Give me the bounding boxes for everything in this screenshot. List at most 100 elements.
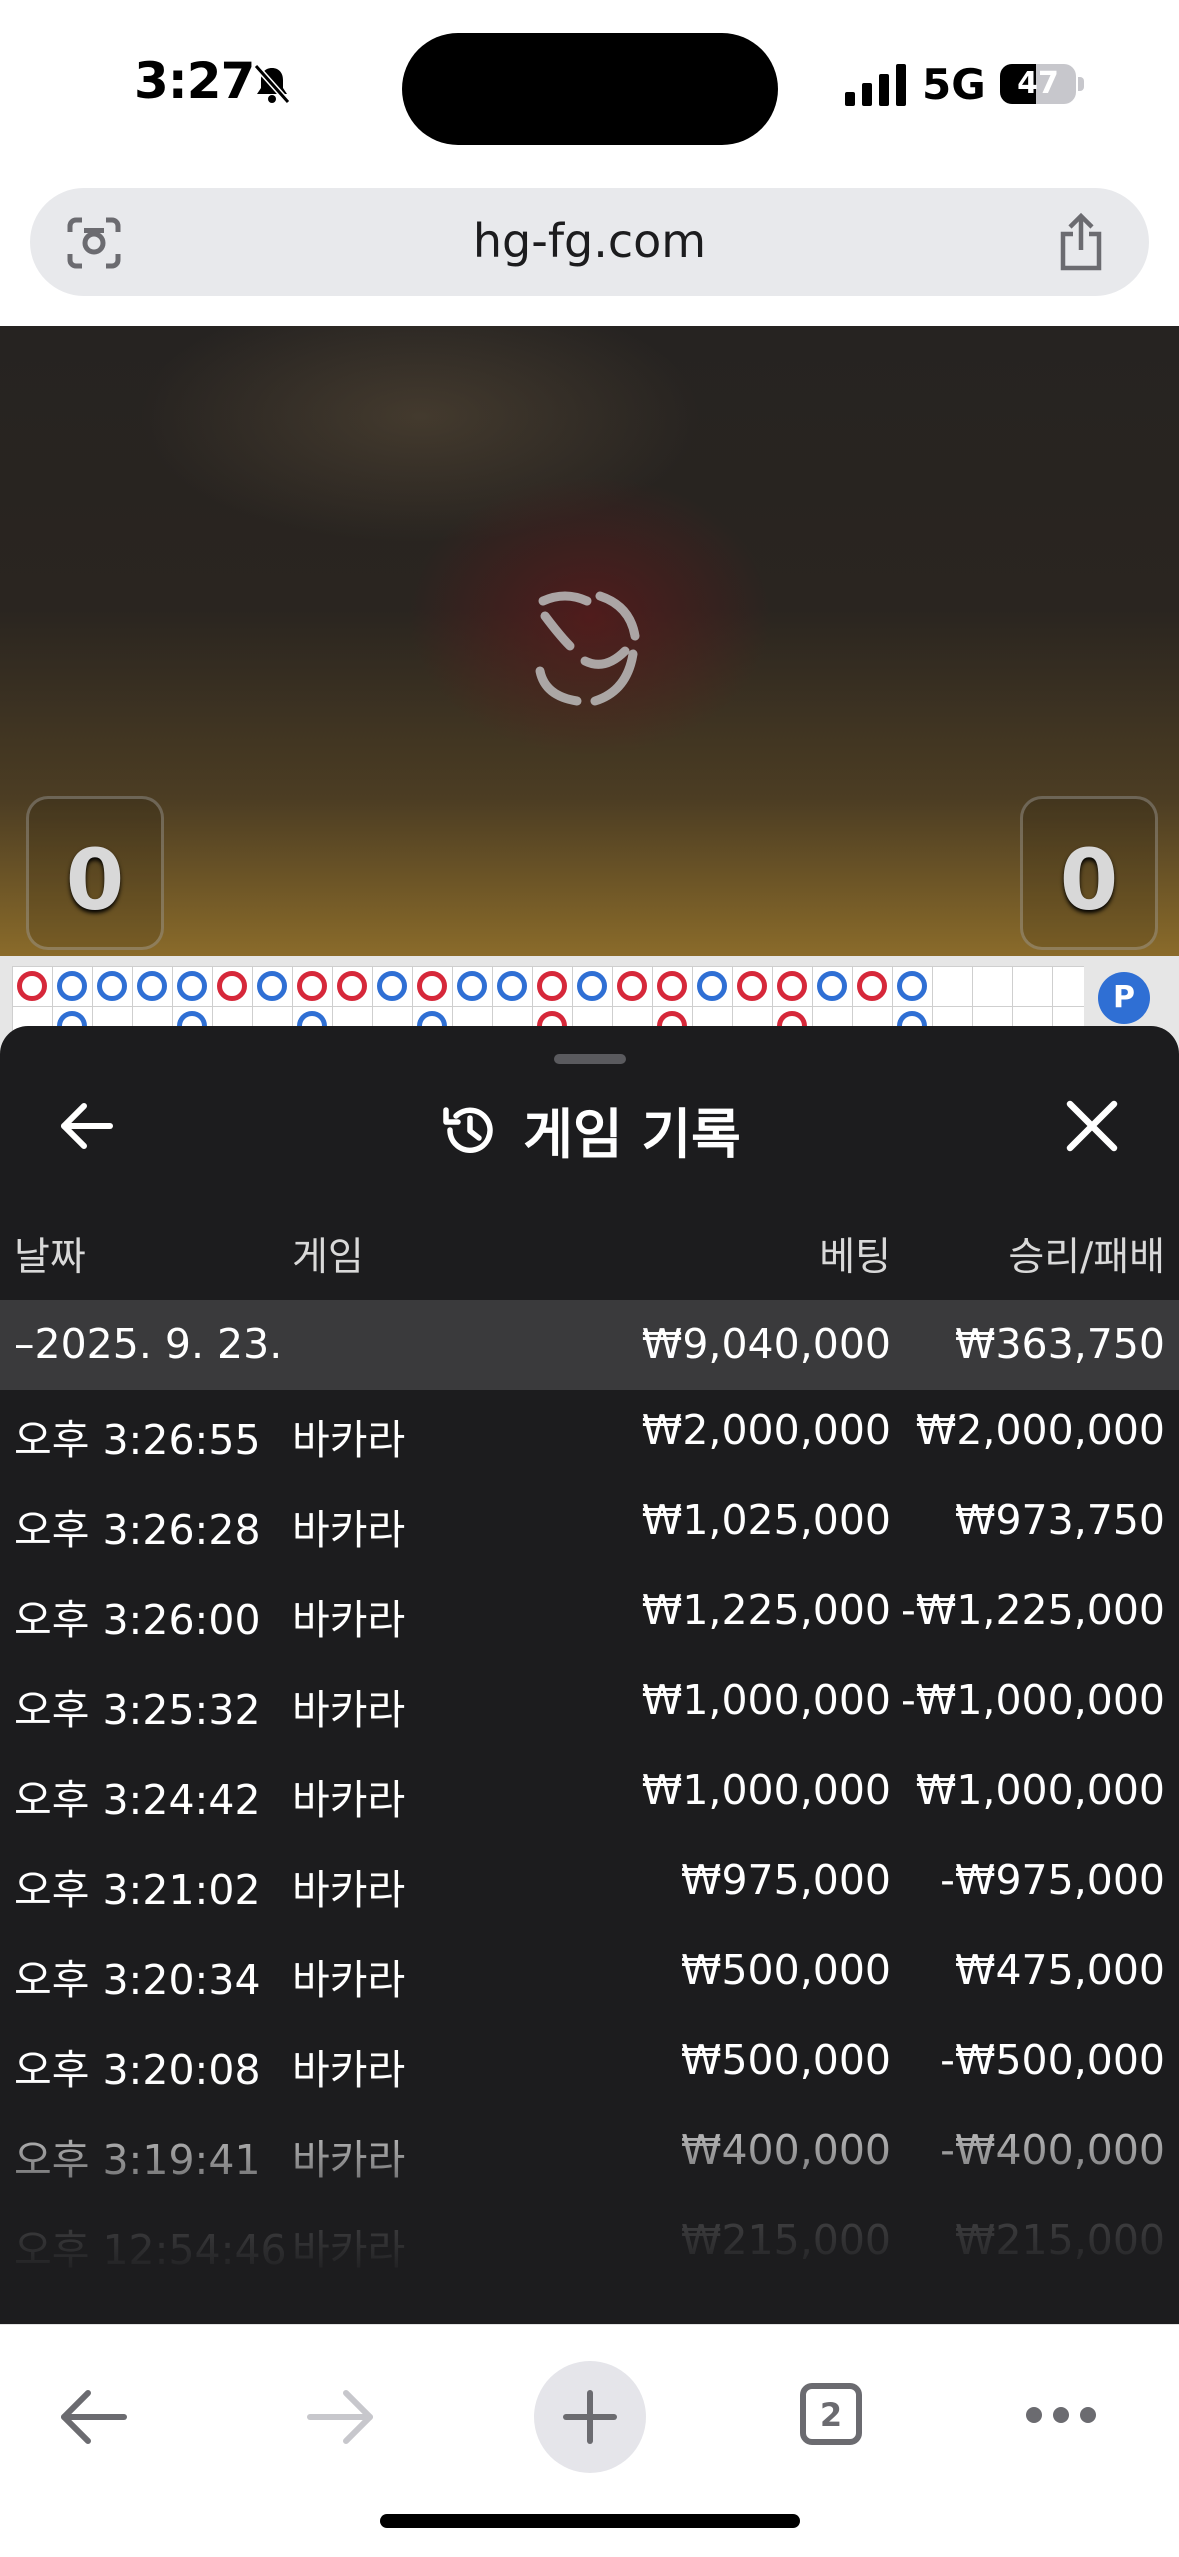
new-tab-plus-icon	[563, 2390, 617, 2444]
bead-marker	[297, 971, 327, 1001]
status-time: 3:27	[134, 52, 255, 110]
row-game: 바카라	[292, 1506, 406, 1554]
tabs-icon[interactable]: 2	[800, 2383, 862, 2445]
row-time: 오후 3:21:02	[14, 1866, 261, 1914]
banker-score-box: 0	[1020, 796, 1158, 950]
table-row[interactable]: 오후 3:26:00 바카라 ₩1,225,000 -₩1,225,000	[0, 1570, 1179, 1660]
row-time: 오후 3:26:55	[14, 1416, 261, 1464]
row-bet: ₩1,225,000	[641, 1586, 891, 1634]
group-result-total: ₩363,750	[954, 1320, 1165, 1368]
bead-marker	[537, 971, 567, 1001]
player-score: 0	[65, 831, 125, 929]
row-time: 오후 3:24:42	[14, 1776, 261, 1824]
history-icon	[443, 1106, 493, 1153]
table-row[interactable]: 오후 3:20:34 바카라 ₩500,000 ₩475,000	[0, 1930, 1179, 2020]
table-header: 날짜 게임 베팅 승리/패배	[0, 1226, 1179, 1282]
row-bet: ₩400,000	[680, 2126, 891, 2174]
row-game: 바카라	[292, 1956, 406, 2004]
date-group-row[interactable]: –2025. 9. 23. ₩9,040,000 ₩363,750	[0, 1300, 1179, 1390]
bead-marker	[417, 971, 447, 1001]
bead-marker	[377, 971, 407, 1001]
row-bet: ₩1,000,000	[641, 1766, 891, 1814]
bead-marker	[897, 971, 927, 1001]
row-game: 바카라	[292, 1596, 406, 1644]
loading-spinner-icon	[535, 591, 640, 706]
url-text[interactable]: hg-fg.com	[30, 214, 1149, 268]
row-game: 바카라	[292, 1866, 406, 1914]
row-time: 오후 12:54:46	[14, 2226, 287, 2274]
bead-marker	[257, 971, 287, 1001]
sheet-grabber[interactable]	[554, 1054, 626, 1064]
row-game: 바카라	[292, 2136, 406, 2184]
row-bet: ₩215,000	[680, 2216, 891, 2264]
row-result: ₩215,000	[954, 2216, 1165, 2264]
bead-marker	[857, 971, 887, 1001]
bead-marker	[457, 971, 487, 1001]
row-result: -₩1,000,000	[901, 1676, 1165, 1724]
table-row[interactable]: 오후 3:26:55 바카라 ₩2,000,000 ₩2,000,000	[0, 1390, 1179, 1480]
battery-nub	[1078, 77, 1084, 91]
row-time: 오후 3:20:34	[14, 1956, 261, 2004]
row-bet: ₩500,000	[680, 2036, 891, 2084]
bead-marker	[497, 971, 527, 1001]
row-result: -₩1,225,000	[901, 1586, 1165, 1634]
row-game: 바카라	[292, 2226, 406, 2274]
row-result: ₩1,000,000	[915, 1766, 1165, 1814]
home-indicator	[380, 2514, 800, 2528]
battery-level: 47	[1017, 66, 1059, 101]
game-history-sheet: 게임 기록 날짜 게임 베팅 승리/패배 –2025. 9. 23. ₩9,04…	[0, 1026, 1179, 2324]
group-bet-total: ₩9,040,000	[641, 1320, 891, 1368]
row-bet: ₩975,000	[680, 1856, 891, 1904]
row-time: 오후 3:25:32	[14, 1686, 261, 1734]
row-bet: ₩1,025,000	[641, 1496, 891, 1544]
address-bar[interactable]: hg-fg.com	[30, 188, 1149, 296]
table-row[interactable]: 오후 3:24:42 바카라 ₩1,000,000 ₩1,000,000	[0, 1750, 1179, 1840]
row-result: ₩2,000,000	[915, 1406, 1165, 1454]
close-icon[interactable]	[1064, 1098, 1120, 1154]
row-result: ₩973,750	[954, 1496, 1165, 1544]
row-game: 바카라	[292, 1686, 406, 1734]
row-result: -₩500,000	[940, 2036, 1165, 2084]
table-row[interactable]: 오후 3:25:32 바카라 ₩1,000,000 -₩1,000,000	[0, 1660, 1179, 1750]
bead-marker	[177, 971, 207, 1001]
row-result: ₩475,000	[954, 1946, 1165, 1994]
table-row[interactable]: 오후 3:26:28 바카라 ₩1,025,000 ₩973,750	[0, 1480, 1179, 1570]
forward-arrow-icon[interactable]	[304, 2385, 376, 2449]
battery-icon: 47	[1000, 64, 1076, 104]
bead-marker	[777, 971, 807, 1001]
table-row[interactable]: 오후 3:20:08 바카라 ₩500,000 -₩500,000	[0, 2020, 1179, 2110]
column-header-date[interactable]: 날짜	[14, 1226, 86, 1282]
table-row[interactable]: 오후 3:21:02 바카라 ₩975,000 -₩975,000	[0, 1840, 1179, 1930]
row-game: 바카라	[292, 2046, 406, 2094]
bead-marker	[57, 971, 87, 1001]
dynamic-island	[402, 33, 778, 145]
bead-marker	[737, 971, 767, 1001]
bead-marker	[217, 971, 247, 1001]
row-game: 바카라	[292, 1416, 406, 1464]
signal-bars-icon	[845, 64, 906, 106]
row-game: 바카라	[292, 1776, 406, 1824]
new-tab-button[interactable]	[534, 2361, 646, 2473]
road-player-indicator[interactable]: P	[1098, 972, 1150, 1024]
bead-marker	[697, 971, 727, 1001]
bead-marker	[337, 971, 367, 1001]
banker-score: 0	[1059, 831, 1119, 929]
table-row[interactable]: 오후 12:54:46 바카라 ₩215,000 ₩215,000	[0, 2200, 1179, 2280]
more-icon[interactable]	[1024, 2405, 1098, 2425]
status-bar: 3:27 5G 47	[0, 0, 1179, 170]
column-header-bet[interactable]: 베팅	[819, 1226, 891, 1282]
table-row[interactable]: 오후 3:19:41 바카라 ₩400,000 -₩400,000	[0, 2110, 1179, 2200]
group-date[interactable]: –2025. 9. 23.	[14, 1320, 282, 1368]
row-time: 오후 3:26:00	[14, 1596, 261, 1644]
share-icon[interactable]	[1055, 212, 1107, 272]
row-time: 오후 3:19:41	[14, 2136, 261, 2184]
bead-marker	[617, 971, 647, 1001]
bead-marker	[817, 971, 847, 1001]
column-header-game[interactable]: 게임	[292, 1226, 364, 1282]
row-bet: ₩1,000,000	[641, 1676, 891, 1724]
bead-marker	[137, 971, 167, 1001]
row-time: 오후 3:20:08	[14, 2046, 261, 2094]
sheet-title: 게임 기록	[523, 1103, 741, 1166]
back-arrow-icon[interactable]	[58, 2385, 130, 2449]
column-header-result[interactable]: 승리/패배	[1008, 1226, 1165, 1282]
